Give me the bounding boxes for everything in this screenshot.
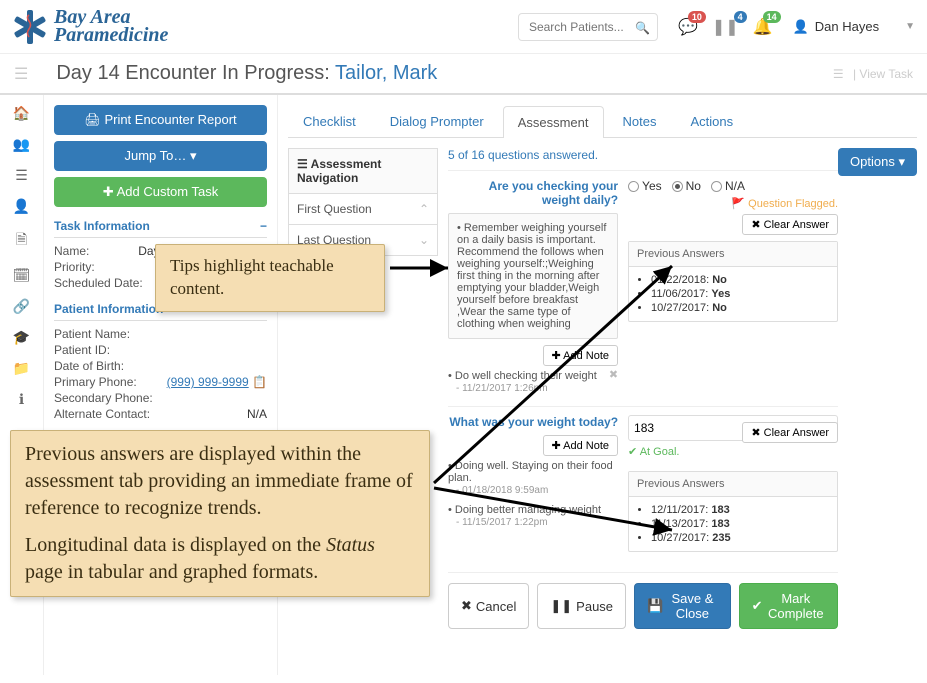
pause-icon[interactable]: ❚❚4 xyxy=(712,17,739,37)
subheader: ☰ Day 14 Encounter In Progress: Tailor, … xyxy=(0,54,927,95)
top-icon-group: 💬10 ❚❚4 🔔14 xyxy=(678,17,773,37)
assessment-nav-header: ☰ Assessment Navigation xyxy=(288,148,438,194)
question-1-title: Are you checking your weight daily? xyxy=(448,179,618,207)
q1-clear-button[interactable]: ✖ Clear Answer xyxy=(742,214,838,235)
q2-note-item-1: • Doing well. Staying on their food plan… xyxy=(448,456,618,500)
question-block-2: What was your weight today? ✚ Add Note •… xyxy=(448,406,838,560)
user-menu[interactable]: 👤 Dan Hayes ▼ xyxy=(793,19,915,35)
primary-phone-link[interactable]: (999) 999-9999 xyxy=(167,375,249,389)
nav-users-icon[interactable]: 👥 xyxy=(13,136,30,153)
save-close-button[interactable]: 💾 Save & Close xyxy=(634,583,731,629)
prev-answer-item: 10/27/2017: No xyxy=(651,301,829,315)
question-block-1: Are you checking your weight daily? • Re… xyxy=(448,170,838,406)
q1-radio-yes[interactable]: Yes xyxy=(628,179,662,193)
callout-previous-answers: Previous answers are displayed within th… xyxy=(10,430,430,597)
tab-checklist[interactable]: Checklist xyxy=(288,105,371,137)
tab-actions[interactable]: Actions xyxy=(675,105,748,137)
add-custom-task-button[interactable]: ✚ Add Custom Task xyxy=(54,177,267,207)
bell-icon[interactable]: 🔔14 xyxy=(753,17,773,37)
q2-clear-button[interactable]: ✖ Clear Answer xyxy=(742,422,838,443)
print-report-button[interactable]: 🖨 Print Encounter Report xyxy=(54,105,267,135)
tab-notes[interactable]: Notes xyxy=(608,105,672,137)
q1-previous-answers: Previous Answers 01/22/2018: No 11/06/20… xyxy=(628,241,838,322)
bell-badge: 14 xyxy=(763,11,781,23)
nav-graduation-icon[interactable]: 🎓 xyxy=(13,329,30,346)
view-task-link[interactable]: View Task xyxy=(859,67,913,81)
q1-flag: 🚩 Question Flagged. xyxy=(628,197,838,210)
user-name: Dan Hayes xyxy=(815,19,879,34)
question-1-tips: • Remember weighing yourself on a daily … xyxy=(448,213,618,339)
comments-icon[interactable]: 💬10 xyxy=(678,17,698,37)
pause-badge: 4 xyxy=(734,11,747,23)
tab-bar: Checklist Dialog Prompter Assessment Not… xyxy=(288,105,917,138)
search-wrap: 🔍 xyxy=(518,13,658,41)
comments-badge: 10 xyxy=(688,11,706,23)
page-title: Day 14 Encounter In Progress: Tailor, Ma… xyxy=(56,62,437,85)
minus-icon: − xyxy=(260,219,267,233)
nav-document-icon[interactable]: 🗎 xyxy=(16,229,27,253)
jump-to-button[interactable]: Jump To… ▾ xyxy=(54,141,267,171)
pause-button[interactable]: ❚❚ Pause xyxy=(537,583,626,629)
options-button[interactable]: Options ▾ xyxy=(838,148,917,176)
brand-logo: Bay Area Paramedicine xyxy=(12,6,168,47)
q2-previous-answers: Previous Answers 12/11/2017: 183 11/13/2… xyxy=(628,471,838,552)
q2-note-item-2: • Doing better managing weight - 11/15/2… xyxy=(448,500,618,532)
cancel-button[interactable]: ✖ Cancel xyxy=(448,583,529,629)
q1-add-note-button[interactable]: ✚ Add Note xyxy=(543,345,619,366)
patient-link[interactable]: Tailor, Mark xyxy=(335,62,437,84)
user-icon: 👤 xyxy=(793,19,809,35)
nav-folder-icon[interactable]: 📁 xyxy=(13,360,30,377)
subheader-right: ☰ | View Task xyxy=(833,67,913,81)
q1-note-item: • Do well checking their weight - 11/21/… xyxy=(448,366,618,398)
prev-answer-item: 11/06/2017: Yes xyxy=(651,287,829,301)
double-chevron-up-icon: ⌃ xyxy=(419,202,429,216)
caret-down-icon: ▾ xyxy=(190,148,197,163)
phone-edit-icon[interactable]: 📋 xyxy=(252,375,267,389)
q1-radio-row: Yes No N/A xyxy=(628,179,838,193)
star-of-life-icon xyxy=(12,9,48,45)
q1-radio-no[interactable]: No xyxy=(672,179,701,193)
progress-text: 5 of 16 questions answered. xyxy=(448,148,838,162)
search-icon[interactable]: 🔍 xyxy=(635,21,650,35)
prev-answer-item: 01/22/2018: No xyxy=(651,273,829,287)
mark-complete-button[interactable]: ✔ Mark Complete xyxy=(739,583,838,629)
nav-calendar-icon[interactable]: 🗓 xyxy=(13,267,31,284)
nav-user-icon[interactable]: 👤 xyxy=(13,198,30,215)
prev-answer-item: 10/27/2017: 235 xyxy=(651,531,829,545)
footer-buttons: ✖ Cancel ❚❚ Pause 💾 Save & Close ✔ Mark … xyxy=(448,572,838,629)
question-2-title: What was your weight today? xyxy=(448,415,618,429)
note-remove-icon[interactable]: ✖ xyxy=(609,368,618,381)
task-info-header[interactable]: Task Information− xyxy=(54,215,267,238)
hamburger-icon[interactable]: ☰ xyxy=(14,64,28,84)
nav-list-icon[interactable]: ☰ xyxy=(15,167,28,184)
nav-first-question[interactable]: First Question⌃ xyxy=(288,194,438,225)
nav-home-icon[interactable]: 🏠 xyxy=(13,105,30,122)
tab-dialog-prompter[interactable]: Dialog Prompter xyxy=(375,105,499,137)
list-icon[interactable]: ☰ xyxy=(833,67,844,81)
top-bar: Bay Area Paramedicine 🔍 💬10 ❚❚4 🔔14 👤 Da… xyxy=(0,0,927,54)
q1-radio-na[interactable]: N/A xyxy=(711,179,745,193)
callout-tips: Tips highlight teachable content. xyxy=(155,244,385,312)
prev-answer-item: 11/13/2017: 183 xyxy=(651,517,829,531)
prev-answer-item: 12/11/2017: 183 xyxy=(651,503,829,517)
nav-info-icon[interactable]: ℹ xyxy=(19,391,24,408)
caret-down-icon: ▼ xyxy=(905,21,915,32)
tab-assessment[interactable]: Assessment xyxy=(503,106,604,138)
nav-share-icon[interactable]: 🔗 xyxy=(13,298,30,315)
double-chevron-down-icon: ⌄ xyxy=(419,233,429,247)
brand-line2: Paramedicine xyxy=(54,24,168,47)
q2-add-note-button[interactable]: ✚ Add Note xyxy=(543,435,619,456)
